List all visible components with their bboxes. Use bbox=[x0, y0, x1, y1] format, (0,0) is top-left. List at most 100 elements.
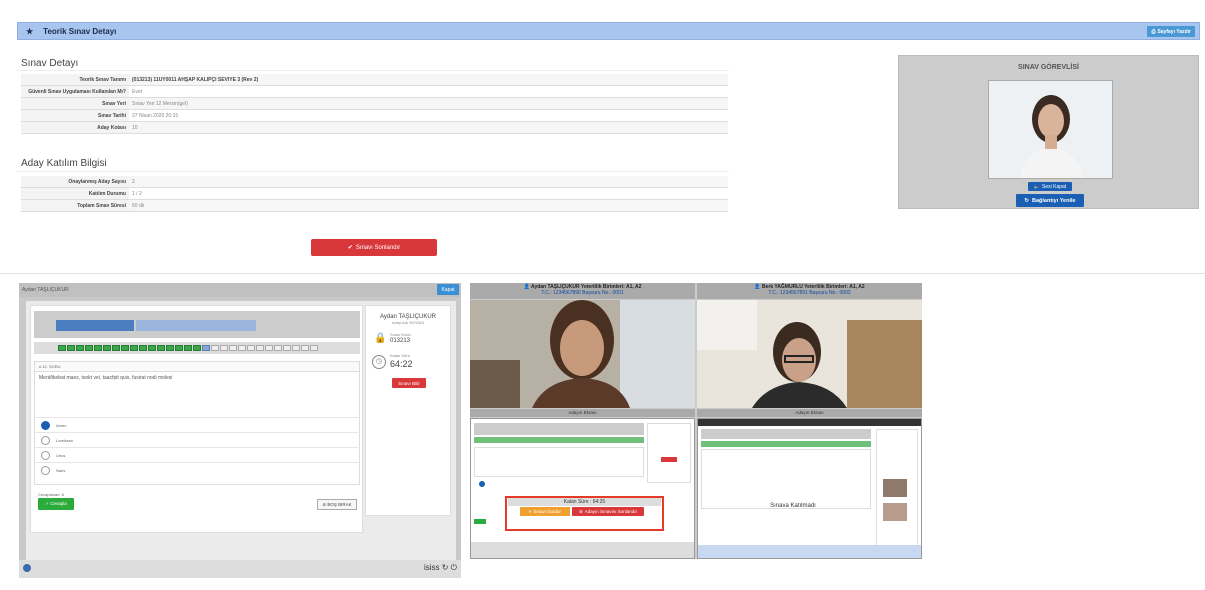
exam-detail-table: Teorik Sınav Tanımı (013213) 11UY0011 AHŞ… bbox=[21, 74, 728, 134]
question-nav-item[interactable] bbox=[166, 345, 174, 351]
question-nav-item[interactable] bbox=[211, 345, 219, 351]
table-row: Onaylanmış Aday Sayısı 2 bbox=[21, 176, 728, 188]
question-nav-item[interactable] bbox=[139, 345, 147, 351]
question-nav-item[interactable] bbox=[103, 345, 111, 351]
radio-icon bbox=[41, 465, 50, 475]
candidate-header: 👤 Aydan TAŞLIÇUKUR Yeterlilik Birimleri:… bbox=[470, 283, 695, 299]
row-key: Sınav Tarihi bbox=[21, 110, 129, 121]
footer-controls[interactable]: isiss ↻ ⏻ bbox=[424, 563, 457, 573]
table-row: Sınav Yeri Sınav Yeri 12 Mersin(gel) bbox=[21, 98, 728, 110]
question-nav-item[interactable] bbox=[220, 345, 228, 351]
check-icon: ✔ bbox=[347, 245, 353, 251]
question-nav-item[interactable] bbox=[301, 345, 309, 351]
option-label: Ameo bbox=[56, 422, 67, 428]
divider bbox=[0, 273, 1205, 274]
answer-option[interactable]: Unus bbox=[34, 447, 360, 462]
question-nav-item[interactable] bbox=[67, 345, 75, 351]
row-value: 2 bbox=[129, 176, 728, 187]
row-value: 27 Nisan 2020 20:15 bbox=[129, 110, 728, 121]
table-row: Toplam Sınav Süresi 60 dk bbox=[21, 200, 728, 212]
end-exam-button[interactable]: ✔ Sınavı Sonlandır bbox=[311, 239, 437, 256]
print-button[interactable]: ⎙ Sayfayı Yazdır bbox=[1147, 26, 1195, 37]
question-nav-item[interactable] bbox=[112, 345, 120, 351]
officer-video-image bbox=[989, 81, 1112, 178]
window-titlebar: Aydan TAŞLIÇUKUR bbox=[19, 283, 461, 297]
finish-exam-button[interactable]: Sınavı Bitir bbox=[392, 378, 426, 388]
candidate-info-panel: Aydan TAŞLIÇUKUR Aday Adı SOYADI 🔒 Sınav… bbox=[365, 305, 451, 516]
question-nav-item[interactable] bbox=[175, 345, 183, 351]
question-nav-item[interactable] bbox=[58, 345, 66, 351]
question-nav-item[interactable] bbox=[130, 345, 138, 351]
question-nav-item[interactable] bbox=[76, 345, 84, 351]
candidate-ids: T.C.: 1234567891 Başvuru No.: 0002 bbox=[768, 290, 851, 296]
pause-exam-button[interactable]: ⏸ Sınavı Durdur bbox=[520, 507, 570, 516]
answer-option[interactable]: Naes bbox=[34, 462, 360, 477]
mini-thumbnail bbox=[883, 503, 907, 521]
question-nav-item[interactable] bbox=[310, 345, 318, 351]
stop-icon: ⊗ bbox=[578, 508, 583, 514]
unit-tab[interactable] bbox=[136, 320, 256, 331]
print-label: Sayfayı Yazdır bbox=[1157, 28, 1191, 35]
mini-navigator bbox=[701, 441, 871, 447]
mini-radio bbox=[479, 481, 485, 487]
radio-icon bbox=[41, 435, 50, 445]
question-nav-item[interactable] bbox=[157, 345, 165, 351]
mute-label: Sesi Kapat bbox=[1042, 183, 1067, 190]
answer-option[interactable]: Ameo bbox=[34, 417, 360, 432]
candidate-screen-preview: Sınava Katılmadı bbox=[697, 418, 922, 559]
exam-detail-page: ★ Teorik Sınav Detayı ⎙ Sayfayı Yazdır Sı… bbox=[0, 0, 1205, 272]
candidate-screen-preview bbox=[470, 418, 695, 559]
pause-icon: ⏸ bbox=[528, 509, 532, 514]
question-nav-item[interactable] bbox=[256, 345, 264, 351]
app-logo-icon bbox=[23, 564, 31, 572]
print-icon: ⎙ bbox=[1151, 28, 1156, 35]
time-label: Kalan Süre bbox=[390, 353, 410, 358]
question-nav-item[interactable] bbox=[148, 345, 156, 351]
skip-button[interactable]: ⊘ BOŞ BIRAK bbox=[317, 499, 357, 510]
refresh-label: Bağlantıyı Yenile bbox=[1031, 197, 1076, 204]
question-nav-item[interactable] bbox=[94, 345, 102, 351]
question-nav-item[interactable] bbox=[85, 345, 93, 351]
mini-side bbox=[647, 423, 691, 483]
answer-option[interactable]: Lorehasa bbox=[34, 432, 360, 447]
officer-camera bbox=[988, 80, 1113, 179]
question-nav-item[interactable] bbox=[292, 345, 300, 351]
question-nav-item[interactable] bbox=[238, 345, 246, 351]
divider bbox=[17, 70, 729, 71]
participation-table: Onaylanmış Aday Sayısı 2 Katılım Durumu 1 … bbox=[21, 176, 728, 212]
question-nav-item[interactable] bbox=[247, 345, 255, 351]
table-row: Güvenli Sınav Uygulaması Kullanılan Mı? E… bbox=[21, 86, 728, 98]
mini-question bbox=[701, 449, 871, 509]
mute-button[interactable]: 🔈 Sesi Kapat bbox=[1028, 182, 1072, 191]
answered-count: Cevaplanan: 8 bbox=[38, 492, 64, 497]
question-nav-item-current[interactable] bbox=[202, 345, 210, 351]
question-nav-item[interactable] bbox=[265, 345, 273, 351]
candidate-ids: T.C.: 1234567890 Başvuru No.: 0001 bbox=[541, 290, 624, 296]
page-title: Teorik Sınav Detayı bbox=[43, 26, 117, 36]
mini-footer bbox=[698, 545, 921, 558]
divider bbox=[17, 171, 729, 172]
close-button[interactable]: Kapat bbox=[437, 284, 459, 295]
option-label: Naes bbox=[56, 467, 66, 473]
refresh-connection-button[interactable]: ↻ Bağlantıyı Yenile bbox=[1016, 194, 1084, 207]
speaker-icon: 🔈 bbox=[1033, 183, 1041, 190]
table-row: Sınav Tarihi 27 Nisan 2020 20:15 bbox=[21, 110, 728, 122]
question-nav-item[interactable] bbox=[193, 345, 201, 351]
answer-button[interactable]: ✓ Cevapla bbox=[38, 498, 74, 510]
row-value: Sınav Yeri 12 Mersin(gel) bbox=[129, 98, 728, 109]
candidate-video-image bbox=[470, 300, 695, 408]
question-nav-item[interactable] bbox=[184, 345, 192, 351]
window-title: Aydan TAŞLIÇUKUR bbox=[22, 287, 69, 293]
active-unit-tab[interactable] bbox=[56, 320, 134, 331]
remaining-time: 64:22 bbox=[390, 359, 413, 369]
screen-caption: Adayın Ekranı bbox=[470, 409, 695, 417]
end-candidate-exam-button[interactable]: ⊗ Adayın Sınavını Sonlandır bbox=[572, 507, 644, 516]
row-key: Onaylanmış Aday Sayısı bbox=[21, 176, 129, 187]
question-workspace: # 12. SORU Meráfikebat maez, tsokt vei, … bbox=[30, 305, 363, 533]
question-nav-item[interactable] bbox=[229, 345, 237, 351]
question-nav-item[interactable] bbox=[274, 345, 282, 351]
question-nav-item[interactable] bbox=[121, 345, 129, 351]
end-candidate-label: Adayın Sınavını Sonlandır bbox=[584, 509, 638, 514]
question-nav-item[interactable] bbox=[283, 345, 291, 351]
mini-thumbnail bbox=[883, 479, 907, 497]
